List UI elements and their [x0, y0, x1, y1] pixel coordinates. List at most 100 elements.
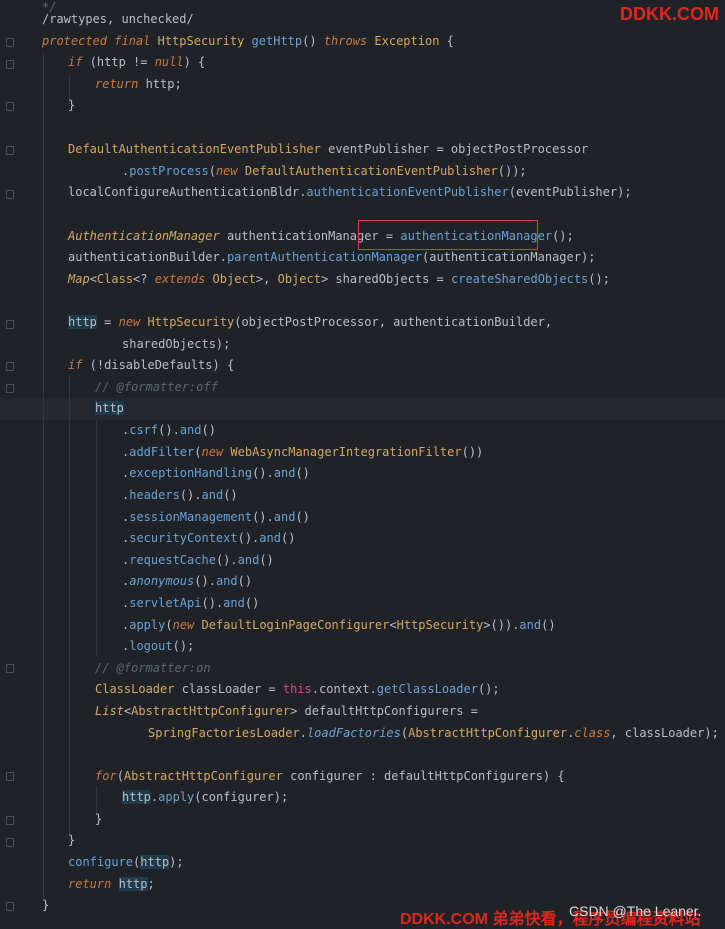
- keyword: new: [172, 618, 195, 632]
- code-text: sharedObjects);: [122, 337, 231, 351]
- keyword: this: [282, 682, 312, 696]
- type-name: AbstractHttpConfigurer: [123, 769, 283, 783]
- code-line: localConfigureAuthenticationBldr.authent…: [0, 182, 725, 203]
- code-line: authenticationBuilder.parentAuthenticati…: [0, 247, 725, 268]
- type-name: ClassLoader: [95, 682, 175, 696]
- code-text: ().: [252, 466, 274, 480]
- code-text: (: [116, 769, 124, 783]
- code-text: (objectPostProcessor, authenticationBuil…: [234, 315, 553, 329]
- method-name: parentAuthenticationManager: [226, 250, 423, 264]
- code-text: .context.: [311, 682, 377, 696]
- code-text: localConfigureAuthenticationBldr.: [68, 185, 307, 199]
- method-name: and: [215, 574, 238, 588]
- code-text: ().: [252, 510, 274, 524]
- method-name: addFilter: [129, 445, 195, 459]
- code-line: }: [0, 95, 725, 116]
- type-name: Exception: [374, 34, 440, 48]
- code-text: =: [96, 315, 119, 329]
- code-text: <: [389, 618, 397, 632]
- code-line: protected final HttpSecurity getHttp() t…: [0, 31, 725, 52]
- code-text: eventPublisher = objectPostProcessor: [320, 142, 589, 156]
- code-line: List<AbstractHttpConfigurer> defaultHttp…: [0, 701, 725, 722]
- type-name: WebAsyncManagerIntegrationFilter: [230, 445, 462, 459]
- code-text: authenticationBuilder.: [68, 250, 227, 264]
- code-text: http: [140, 855, 170, 869]
- type-name: DefaultAuthenticationEventPublisher: [244, 164, 498, 178]
- keyword: if: [68, 55, 83, 69]
- code-text: ();: [588, 272, 610, 286]
- code-text: }: [68, 833, 76, 847]
- type-name: HttpSecurity: [157, 34, 245, 48]
- code-line: http = new HttpSecurity(objectPostProces…: [0, 312, 725, 333]
- method-name: requestCache: [129, 553, 216, 567]
- keyword: new: [215, 164, 238, 178]
- type-name: HttpSecurity: [396, 618, 484, 632]
- code-line: .apply(new DefaultLoginPageConfigurer<Ht…: [0, 615, 725, 636]
- method-name: and: [273, 466, 296, 480]
- code-text: http: [68, 315, 97, 329]
- code-text: > defaultHttpConfigurers =: [290, 704, 478, 718]
- code-text: (!disableDefaults) {: [82, 358, 235, 372]
- code-editor[interactable]: */ /rawtypes, unchecked/ protected final…: [0, 0, 725, 927]
- code-text: ().: [179, 488, 202, 502]
- code-text: ().: [201, 596, 224, 610]
- code-text: (): [295, 466, 310, 480]
- code-line: http: [0, 398, 725, 419]
- method-name: and: [201, 488, 224, 502]
- code-text: <?: [133, 272, 155, 286]
- method-name: and: [259, 531, 281, 545]
- type-name: Object: [212, 272, 256, 286]
- code-text: ());: [497, 164, 527, 178]
- code-text: ();: [477, 682, 500, 696]
- keyword: extends: [154, 272, 206, 286]
- code-text: http;: [138, 77, 182, 91]
- method-name: anonymous: [129, 574, 195, 588]
- code-text: ().: [194, 574, 216, 588]
- code-comment: // @formatter:off: [95, 380, 218, 394]
- code-text: configurer : defaultHttpConfigurers) {: [282, 769, 565, 783]
- method-name: servletApi: [129, 596, 202, 610]
- code-line: .securityContext().and(): [0, 528, 725, 549]
- code-line: return http;: [0, 74, 725, 95]
- method-name: getHttp: [251, 34, 303, 48]
- method-name: configure: [68, 855, 134, 869]
- method-name: and: [223, 596, 245, 610]
- type-name: DefaultAuthenticationEventPublisher: [68, 142, 321, 156]
- keyword: null: [154, 55, 184, 69]
- code-line: sharedObjects);: [0, 334, 725, 355]
- method-name: postProcess: [129, 164, 209, 178]
- code-line: SpringFactoriesLoader.loadFactories(Abst…: [0, 723, 725, 744]
- keyword: if: [68, 358, 83, 372]
- code-text: ();: [172, 639, 195, 653]
- method-name: and: [237, 553, 260, 567]
- code-text: (: [194, 445, 202, 459]
- code-text: (): [237, 574, 253, 588]
- type-name: AbstractHttpConfigurer: [131, 704, 291, 718]
- code-comment: // @formatter:on: [95, 661, 211, 675]
- keyword: throws: [323, 34, 368, 48]
- code-text: ;: [147, 877, 155, 891]
- type-name: Class: [96, 272, 134, 286]
- code-text: (): [244, 596, 260, 610]
- code-text: >()).: [483, 618, 520, 632]
- code-text: (): [201, 423, 216, 437]
- method-name: exceptionHandling: [129, 466, 253, 480]
- code-text: {: [439, 34, 454, 48]
- code-text: ().: [158, 423, 180, 437]
- code-text: (): [223, 488, 238, 502]
- code-text: ();: [552, 229, 574, 243]
- type-name: HttpSecurity: [147, 315, 235, 329]
- code-text: classLoader =: [174, 682, 283, 696]
- type-name: Map: [68, 272, 90, 286]
- code-line: DefaultAuthenticationEventPublisher even…: [0, 139, 725, 160]
- code-line: .sessionManagement().and(): [0, 507, 725, 528]
- code-text: (configurer);: [194, 790, 289, 804]
- code-text: (authenticationManager);: [422, 250, 596, 264]
- code-text: >,: [255, 272, 278, 286]
- code-text: , classLoader);: [610, 726, 719, 740]
- code-line: for(AbstractHttpConfigurer configurer : …: [0, 766, 725, 787]
- code-line: }: [0, 809, 725, 830]
- code-line: .servletApi().and(): [0, 593, 725, 614]
- keyword: return: [68, 877, 112, 891]
- code-text: ) {: [183, 55, 206, 69]
